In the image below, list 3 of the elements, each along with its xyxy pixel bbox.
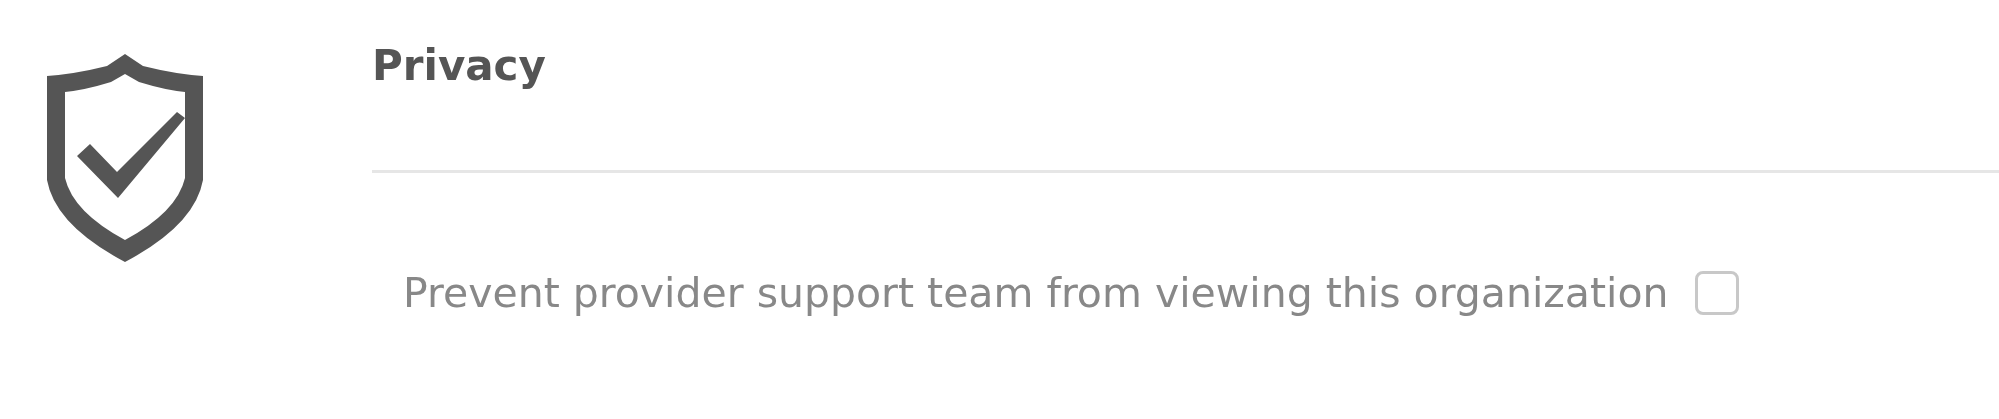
checkbox[interactable] (1694, 271, 1739, 315)
section-title: Privacy (372, 42, 547, 90)
option-label: Prevent provider support team from viewing this organization (403, 268, 1669, 318)
